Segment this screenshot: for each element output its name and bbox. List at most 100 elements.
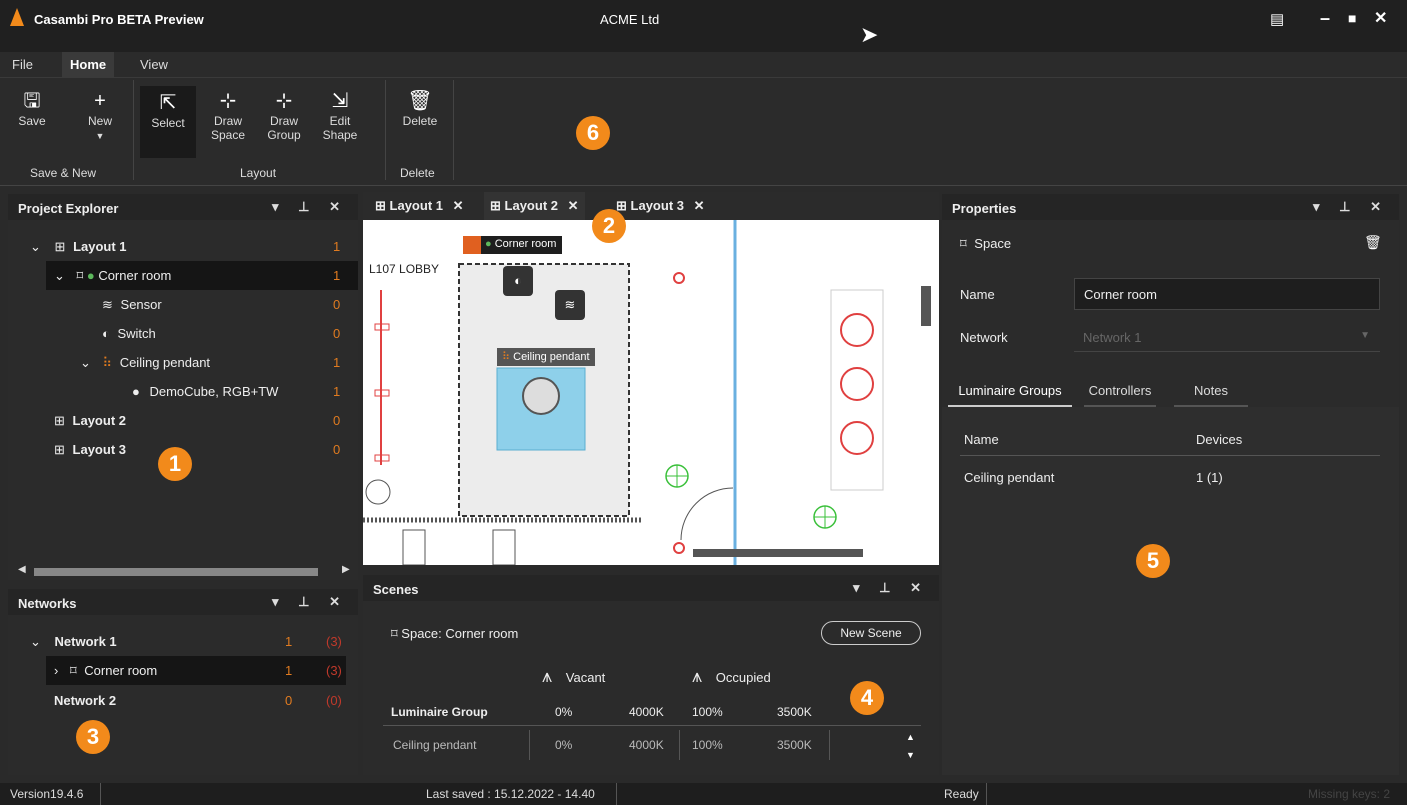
scenes-table-row[interactable]: Ceiling pendant 0% 4000K 100% 3500K	[383, 730, 921, 760]
luminaire-group-icon: ⠷	[502, 351, 511, 363]
scene-vacant[interactable]: ⩚ Vacant	[542, 666, 605, 687]
tree-item-sensor[interactable]: ≋ Sensor	[102, 290, 162, 319]
col-divider	[529, 730, 530, 760]
lobby-label: L107 LOBBY	[369, 262, 440, 276]
select-button[interactable]: ⇱ Select	[140, 86, 196, 158]
status-dot-icon: ●	[485, 238, 492, 250]
new-scene-button[interactable]: New Scene	[821, 621, 921, 645]
tree-item-corner-room[interactable]: ⌄ ⌑ ● Corner room	[46, 261, 358, 290]
app-logo-icon	[10, 8, 24, 26]
layout-icon: ⊞	[54, 442, 65, 457]
sensor-device-marker[interactable]: ≋	[555, 290, 585, 320]
horizontal-scrollbar[interactable]: ◀ ▶	[18, 564, 352, 578]
groups-table	[942, 407, 1399, 775]
luminaire-group-icon: ⠷	[102, 355, 113, 370]
status-divider	[616, 783, 617, 805]
tree-item-layout-3[interactable]: ⊞ Layout 3	[54, 435, 126, 464]
chevron-down-icon: ⌄	[30, 239, 41, 254]
panel-controls[interactable]: ▾ ⊥ ✕	[853, 580, 929, 596]
space-icon: ⌑	[76, 268, 84, 283]
minimize-button[interactable]: –	[1320, 8, 1330, 29]
tab-layout-2[interactable]: ⊞ Layout 2 ✕	[484, 192, 585, 220]
last-saved-text: Last saved : 15.12.2022 - 14.40	[426, 787, 595, 801]
close-button[interactable]: ✕	[1374, 8, 1387, 28]
tab-luminaire-groups[interactable]: Luminaire Groups	[948, 375, 1072, 407]
tree-item-layout-2[interactable]: ⊞ Layout 2	[54, 406, 126, 435]
layout-canvas[interactable]: L107 LOBBY ● Corner room ◐ ≋ ⠷ Ceiling p…	[363, 220, 939, 565]
corner-room-tag[interactable]: ● Corner room	[463, 236, 563, 254]
group-label-layout: Layout	[240, 166, 277, 180]
title-bar: Casambi Pro BETA Preview ACME Ltd ➤ ▤ – …	[0, 0, 1407, 52]
close-icon[interactable]: ✕	[694, 198, 705, 213]
menu-file[interactable]: File	[12, 57, 33, 72]
delete-space-icon[interactable]: 🗑	[1364, 234, 1382, 251]
missing-keys-text: Missing keys: 2	[1308, 787, 1391, 801]
tree-item-democube[interactable]: ● DemoCube, RGB+TW	[132, 377, 278, 406]
badge-4: 4	[850, 681, 884, 715]
space-icon: ⌑	[391, 626, 398, 641]
draw-group-button[interactable]: ⊹ Draw Group	[262, 88, 306, 142]
close-icon[interactable]: ✕	[453, 198, 464, 213]
status-divider	[986, 783, 987, 805]
draw-space-button[interactable]: ⊹ Draw Space	[206, 88, 250, 142]
ceiling-pendant-tag[interactable]: ⠷ Ceiling pendant	[497, 348, 595, 366]
ribbon-divider	[133, 80, 134, 180]
app-title: Casambi Pro BETA Preview	[34, 12, 204, 27]
new-button[interactable]: + New ▼	[78, 88, 122, 142]
menu-view[interactable]: View	[140, 57, 168, 72]
close-icon[interactable]: ✕	[568, 198, 579, 213]
panel-controls[interactable]: ▾ ⊥ ✕	[272, 199, 348, 215]
badge-3: 3	[76, 720, 110, 754]
panel-controls[interactable]: ▾ ⊥ ✕	[1313, 199, 1389, 215]
switch-device-marker[interactable]: ◐	[503, 266, 533, 296]
network-item-1[interactable]: ⌄ Network 1	[30, 627, 117, 656]
group-label-delete: Delete	[400, 166, 435, 180]
floor-plan	[363, 220, 931, 565]
groups-row[interactable]: Ceiling pendant 1 (1)	[960, 464, 1380, 492]
draw-space-icon: ⊹	[219, 90, 237, 112]
badge-5: 5	[1136, 544, 1170, 578]
tab-notes[interactable]: Notes	[1174, 375, 1248, 407]
scroll-right-icon[interactable]: ▶	[342, 564, 350, 575]
chevron-right-icon: ›	[54, 663, 59, 678]
badge-6: 6	[576, 116, 610, 150]
scroll-down-icon[interactable]: ▼	[906, 750, 915, 760]
network-select[interactable]: Network 1 ▼	[1074, 322, 1380, 352]
tree-item-layout-1[interactable]: ⌄ ⊞ Layout 1	[30, 232, 350, 261]
tab-controllers[interactable]: Controllers	[1084, 375, 1156, 407]
maximize-button[interactable]: ■	[1348, 10, 1356, 26]
network-item-2[interactable]: Network 2	[54, 686, 116, 715]
properties-header: Properties ▾ ⊥ ✕	[942, 194, 1399, 220]
menu-home[interactable]: Home	[62, 52, 115, 78]
networks-header: Networks ▾ ⊥ ✕	[8, 589, 358, 615]
scene-occupied[interactable]: ⩚ Occupied	[692, 666, 771, 687]
tree-item-switch[interactable]: ◐ Switch	[102, 319, 156, 348]
tab-layout-1[interactable]: ⊞ Layout 1 ✕	[375, 192, 464, 220]
properties-type: ⌑ Space	[960, 236, 1012, 251]
panel-controls[interactable]: ▾ ⊥ ✕	[272, 594, 348, 610]
chevron-down-icon: ⌄	[54, 268, 65, 283]
name-field[interactable]: Corner room	[1074, 278, 1380, 310]
chevron-down-icon: ▼	[1360, 330, 1370, 341]
luminaire-icon: ●	[132, 384, 140, 399]
space-tag-icon	[463, 236, 481, 254]
tab-layout-3[interactable]: ⊞ Layout 3 ✕	[616, 192, 705, 220]
scroll-left-icon[interactable]: ◀	[18, 564, 26, 575]
chevron-down-icon: ⌄	[30, 634, 41, 649]
menu-bar: File Home View	[0, 52, 1407, 78]
scroll-thumb[interactable]	[34, 568, 318, 576]
scroll-up-icon[interactable]: ▲	[906, 732, 915, 742]
delete-button[interactable]: 🗑 Delete	[398, 88, 442, 128]
badge-2: 2	[592, 209, 626, 243]
status-dot-icon: ●	[86, 268, 95, 283]
tree-item-ceiling-pendant[interactable]: ⌄ ⠷ Ceiling pendant	[80, 348, 210, 377]
network-item-corner-room[interactable]: › ⌑ Corner room	[46, 656, 346, 685]
space-icon: ⌑	[69, 663, 77, 678]
ribbon-divider	[453, 80, 454, 180]
scenes-header-row: Luminaire Group 0% 4000K 100% 3500K	[383, 698, 921, 726]
scenes-space-label: ⌑ Space: Corner room	[391, 626, 519, 641]
edit-shape-button[interactable]: ⇲ Edit Shape	[318, 88, 362, 142]
save-button[interactable]: 🖫 Save	[10, 88, 54, 128]
feedback-icon[interactable]: ▤	[1270, 10, 1284, 28]
occupied-scene-icon: ⩚	[692, 666, 703, 686]
